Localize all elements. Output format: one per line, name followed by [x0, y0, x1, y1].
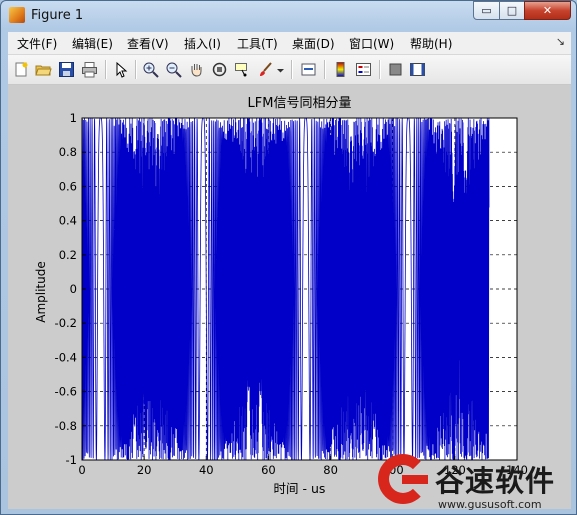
toolbar-separator — [324, 60, 326, 79]
maximize-button[interactable]: □ — [499, 1, 525, 20]
y-tick-label: -0.8 — [55, 419, 77, 433]
y-tick-label: -1 — [66, 453, 77, 467]
menu-dock-arrow-icon[interactable]: ↘ — [556, 35, 565, 48]
toolbar-separator — [105, 60, 107, 79]
colorbar-icon[interactable] — [332, 61, 349, 78]
figure-window: Figure 1 ▭ □ ✕ 文件(F) 编辑(E) 查看(V) 插入(I) 工… — [0, 0, 577, 515]
menu-bar: 文件(F) 编辑(E) 查看(V) 插入(I) 工具(T) 桌面(D) 窗口(W… — [8, 32, 571, 55]
link-plot-icon[interactable] — [300, 61, 317, 78]
pan-hand-icon[interactable] — [188, 61, 205, 78]
pointer-icon[interactable] — [112, 61, 129, 78]
menu-help[interactable]: 帮助(H) — [410, 35, 452, 52]
show-plot-tools-icon[interactable] — [409, 61, 426, 78]
signal-line-series — [81, 117, 490, 461]
plot-svg: 0 20 40 60 80 100 120 140-1-0.8-0.6-0.4-0.200.2… — [34, 96, 528, 496]
x-tick-label: 20 — [137, 463, 152, 477]
new-figure-icon[interactable] — [13, 61, 30, 78]
toolbar-separator — [291, 60, 293, 79]
x-tick-label: 0 — [78, 463, 85, 477]
minimize-button[interactable]: ▭ — [473, 1, 500, 20]
plot-title: LFM信号同相分量 — [248, 96, 352, 111]
brush-icon[interactable] — [257, 61, 274, 78]
y-axis-label: Amplitude — [34, 261, 48, 323]
toolbar-separator — [135, 60, 137, 79]
y-tick-label: -0.4 — [55, 350, 77, 364]
menu-insert[interactable]: 插入(I) — [184, 35, 221, 52]
zoom-in-icon[interactable] — [142, 61, 159, 78]
title-bar[interactable]: Figure 1 ▭ □ ✕ — [1, 1, 576, 31]
y-tick-label: 0.8 — [59, 145, 77, 159]
y-tick-label: 1 — [70, 111, 77, 125]
x-tick-label: 80 — [323, 463, 338, 477]
figure-toolbar — [8, 55, 571, 85]
menu-window[interactable]: 窗口(W) — [349, 35, 394, 52]
save-icon[interactable] — [58, 61, 75, 78]
watermark-url: www.gususoft.com — [438, 498, 542, 511]
menu-edit[interactable]: 编辑(E) — [72, 35, 113, 52]
watermark-logo: 谷速软件 www.gususoft.com — [372, 452, 577, 515]
x-axis-label: 时间 - us — [274, 481, 326, 496]
y-tick-label: 0.4 — [59, 214, 77, 228]
y-tick-label: 0.6 — [59, 179, 77, 193]
gususoft-logo-bar — [402, 475, 428, 484]
window-title: Figure 1 — [31, 8, 84, 23]
menu-view[interactable]: 查看(V) — [127, 35, 169, 52]
toolbar-separator — [379, 60, 381, 79]
menu-desktop[interactable]: 桌面(D) — [292, 35, 335, 52]
x-tick-label: 40 — [199, 463, 214, 477]
figure-canvas: 0 20 40 60 80 100 120 140 -1 -0.8 -0.6 -0.4 -0.2 0 0.2… — [8, 85, 571, 509]
hide-plot-tools-icon[interactable] — [387, 61, 404, 78]
menu-tools[interactable]: 工具(T) — [237, 35, 278, 52]
y-tick-label: -0.2 — [55, 316, 77, 330]
y-tick-label: 0 — [70, 282, 77, 296]
legend-icon[interactable] — [355, 61, 372, 78]
menu-file[interactable]: 文件(F) — [17, 35, 57, 52]
y-tick-label: 0.2 — [59, 248, 77, 262]
close-button[interactable]: ✕ — [524, 1, 571, 20]
matlab-logo-icon — [9, 7, 25, 23]
open-file-icon[interactable] — [35, 61, 52, 78]
print-icon[interactable] — [81, 61, 98, 78]
dropdown-arrow-icon[interactable] — [276, 61, 285, 78]
y-tick-label: -0.6 — [55, 385, 77, 399]
rotate-3d-icon[interactable] — [211, 61, 228, 78]
watermark-text: 谷速软件 — [435, 464, 556, 498]
data-cursor-icon[interactable] — [234, 61, 251, 78]
x-tick-label: 60 — [261, 463, 276, 477]
zoom-out-icon[interactable] — [165, 61, 182, 78]
